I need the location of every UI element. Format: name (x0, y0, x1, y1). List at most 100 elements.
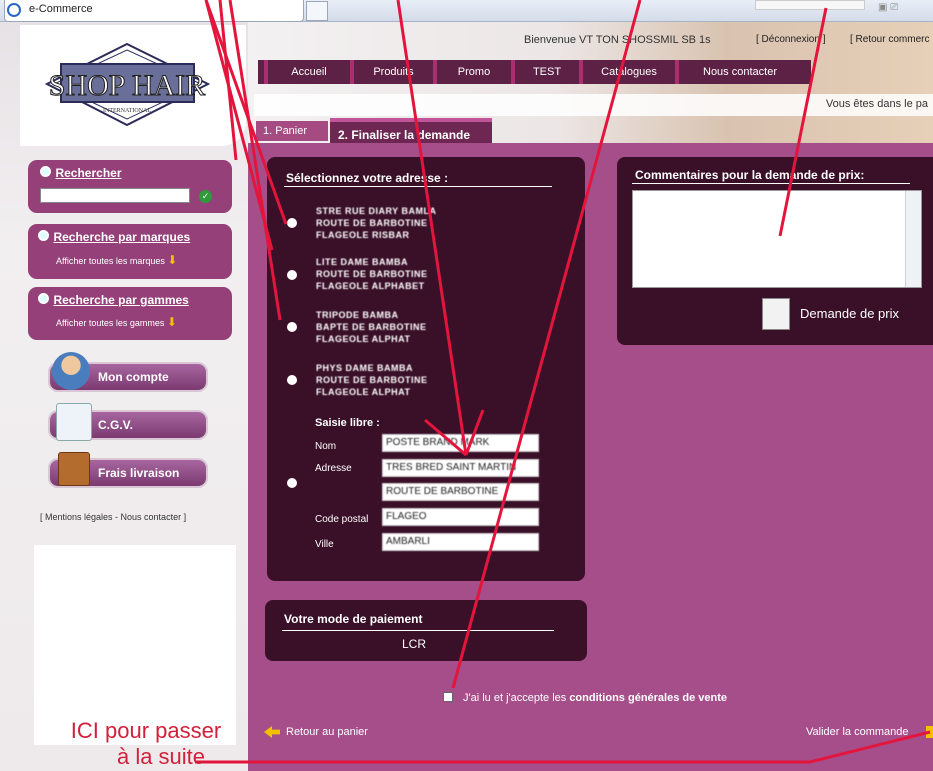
browser-icon (7, 3, 21, 17)
logo-subtext: INTERNATIONAL (103, 108, 151, 114)
shipping-label: Frais livraison (98, 466, 180, 480)
address-line: PHYS DAME BAMBA (316, 363, 414, 373)
cgv-label: C.G.V. (98, 418, 133, 432)
cgv-label[interactable]: J'ai lu et j'accepte les conditions géné… (463, 692, 727, 704)
address-line: STRE RUE DIARY BAMLA (316, 206, 437, 216)
name-input[interactable]: POSTE BRAND MARK (382, 434, 539, 452)
nav-contact[interactable]: Nous contacter (675, 60, 801, 84)
sidebar-blank-panel (34, 545, 236, 745)
address-option-4: PHYS DAME BAMBA ROUTE DE BARBOTINE FLAGE… (316, 362, 428, 398)
ranges-title[interactable]: Recherche par gammes (53, 293, 188, 307)
address-line: FLAGEOLE ALPHAT (316, 387, 411, 397)
annotation-line-2: à la suite (116, 744, 206, 769)
address-input-1[interactable]: TRES BRED SAINT MARTIN (382, 459, 539, 477)
footer-links[interactable]: [ Mentions légales - Nous contacter ] (40, 512, 186, 522)
nav-catalogues[interactable]: Catalogues (579, 60, 675, 84)
browser-tab[interactable]: e-Commerce (4, 0, 304, 22)
divider (284, 186, 552, 187)
brands-title-row: Recherche par marques (38, 228, 190, 246)
address-radio-3[interactable] (287, 322, 297, 332)
nav-test[interactable]: TEST (511, 60, 579, 84)
magnifier-icon (38, 293, 49, 304)
arrow-right-icon[interactable] (926, 726, 933, 738)
all-ranges-link[interactable]: Afficher toutes les gammes (56, 318, 164, 328)
back-to-cart-link[interactable]: Retour au panier (286, 726, 368, 738)
search-title-row: Rechercher (40, 164, 122, 182)
address-radio-4[interactable] (287, 375, 297, 385)
postal-label: Code postal (315, 514, 369, 525)
address-line: FLAGEOLE RISBAR (316, 230, 410, 240)
comments-title: Commentaires pour la demande de prix: (635, 168, 865, 182)
welcome-text: Bienvenue VT TON SHOSSMIL SB 1s (524, 34, 711, 46)
logo-text: SHOP HAIR (49, 69, 205, 102)
shophair-logo[interactable]: SHOP HAIR INTERNATIONAL (45, 42, 210, 127)
toolbar-box (755, 0, 865, 10)
payment-title: Votre mode de paiement (284, 612, 423, 626)
address-line: FLAGEOLE ALPHAT (316, 334, 411, 344)
divider (282, 630, 554, 631)
address-line: LITE DAME BAMBA (316, 257, 408, 267)
brands-link-row: Afficher toutes les marques ⬇ (56, 253, 177, 267)
city-input[interactable]: AMBARLI (382, 533, 539, 551)
nav-produits[interactable]: Produits (350, 60, 433, 84)
address-input-2[interactable]: ROUTE DE BARBOTINE (382, 483, 539, 501)
brands-box: Recherche par marques Afficher toutes le… (28, 224, 232, 279)
address-radio-1[interactable] (287, 218, 297, 228)
ranges-link-row: Afficher toutes les gammes ⬇ (56, 315, 177, 329)
address-option-1: STRE RUE DIARY BAMLA ROUTE DE BARBOTINE … (316, 205, 437, 241)
main-nav: Accueil Produits Promo TEST Catalogues N… (258, 60, 811, 84)
window-controls[interactable]: ▣ ⎚ (878, 2, 928, 16)
all-brands-link[interactable]: Afficher toutes les marques (56, 256, 165, 266)
nav-promo[interactable]: Promo (433, 60, 511, 84)
arrow-down-icon: ⬇ (167, 253, 178, 267)
payment-method: LCR (402, 637, 427, 651)
search-input[interactable] (40, 188, 190, 203)
package-icon (58, 452, 90, 486)
cgv-label-prefix: J'ai lu et j'accepte les (463, 692, 570, 704)
free-entry-title: Saisie libre : (315, 417, 380, 429)
document-icon[interactable] (762, 298, 790, 330)
city-label: Ville (315, 539, 334, 550)
back-to-shop-link[interactable]: [ Retour commerc (850, 34, 929, 45)
address-line: FLAGEOLE ALPHABET (316, 281, 425, 291)
search-submit-icon[interactable]: ✓ (199, 190, 212, 203)
nav-accueil[interactable]: Accueil (264, 60, 350, 84)
address-radio-2[interactable] (287, 270, 297, 280)
user-icon (52, 352, 90, 390)
divider (632, 183, 910, 184)
search-box: Rechercher (28, 160, 232, 213)
logout-link[interactable]: [ Déconnexion ] (756, 34, 826, 45)
address-line: BAPTE DE BARBOTINE (316, 322, 427, 332)
postal-input[interactable]: FLAGEO (382, 508, 539, 526)
breadcrumb: Vous êtes dans le pa (825, 98, 928, 110)
address-option-3: TRIPODE BAMBA BAPTE DE BARBOTINE FLAGEOL… (316, 309, 427, 345)
address-line: ROUTE DE BARBOTINE (316, 218, 428, 228)
address-title: Sélectionnez votre adresse : (286, 171, 449, 185)
free-entry-radio[interactable] (287, 478, 297, 488)
ranges-title-row: Recherche par gammes (38, 291, 189, 309)
address-option-2: LITE DAME BAMBA ROUTE DE BARBOTINE FLAGE… (316, 256, 428, 292)
page-root: e-Commerce ▣ ⎚ SHOP HAIR INTERNATIONAL B… (0, 0, 933, 771)
cgv-checkbox[interactable] (443, 692, 453, 702)
address-line: ROUTE DE BARBOTINE (316, 375, 428, 385)
tab-cart[interactable]: 1. Panier (256, 121, 328, 141)
browser-tab-title: e-Commerce (29, 3, 93, 15)
new-tab-button[interactable] (306, 1, 328, 21)
brands-title[interactable]: Recherche par marques (53, 230, 190, 244)
search-icon (40, 166, 51, 177)
document-list-icon (56, 403, 92, 441)
search-title[interactable]: Rechercher (55, 166, 121, 180)
tab-finalize[interactable]: 2. Finaliser la demande (330, 118, 492, 143)
name-label: Nom (315, 441, 337, 452)
price-request-button[interactable]: Demande de prix (800, 306, 899, 321)
account-label: Mon compte (98, 370, 169, 384)
ranges-box: Recherche par gammes Afficher toutes les… (28, 287, 232, 340)
annotation-text: ICI pour passer à la suite (56, 718, 236, 770)
magnifier-icon (38, 230, 49, 241)
address-line: ROUTE DE BARBOTINE (316, 269, 428, 279)
validate-order-link[interactable]: Valider la commande (806, 726, 909, 738)
cgv-label-link[interactable]: conditions générales de vente (569, 692, 727, 704)
comments-scrollbar[interactable] (905, 191, 921, 287)
annotation-line-1: ICI pour passer (70, 718, 222, 743)
comments-textarea[interactable] (632, 190, 922, 288)
